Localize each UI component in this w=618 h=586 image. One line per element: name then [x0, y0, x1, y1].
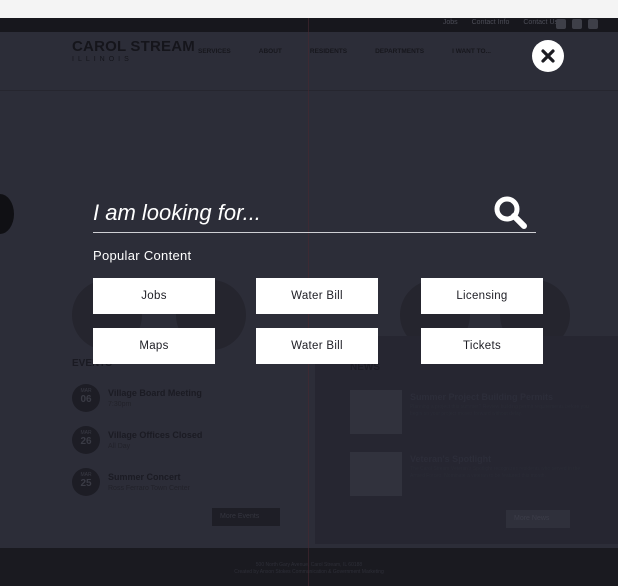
event-date-badge: MAR 26 — [72, 426, 100, 454]
footer-text: 500 North Gary Avenue, Carol Stream, IL … — [234, 562, 384, 575]
news-item-title: Veteran's Spotlight — [410, 454, 492, 464]
event-time: 7:30pm — [108, 401, 132, 408]
more-news-button: More News — [506, 510, 570, 528]
social-icons — [556, 19, 598, 29]
search-underline — [93, 232, 536, 233]
popular-content-heading: Popular Content — [93, 248, 192, 263]
search-bar — [93, 196, 536, 233]
news-item-text: The Carol Stream Veteran's Spotlight rec… — [410, 466, 581, 479]
close-button[interactable] — [532, 40, 564, 72]
event-item: MAR 25 Summer Concert Ross Ferraro Town C… — [72, 468, 272, 502]
print-icon — [556, 19, 566, 29]
main-nav: SERVICES ABOUT RESIDENTS DEPARTMENTS I W… — [198, 48, 491, 55]
event-title: Village Offices Closed — [108, 430, 203, 440]
popular-link-water-bill-2[interactable]: Water Bill — [256, 328, 378, 364]
top-strip — [0, 0, 618, 18]
popular-link-licensing[interactable]: Licensing — [421, 278, 543, 314]
utility-link: Jobs — [442, 19, 458, 26]
search-input[interactable] — [93, 196, 473, 230]
nav-item-services: SERVICES — [198, 48, 231, 55]
utility-links: Jobs Contact Info Contact Us — [443, 19, 558, 26]
search-button[interactable] — [493, 196, 529, 230]
twitter-icon — [588, 19, 598, 29]
news-item-title: Summer Project Building Permits — [410, 392, 554, 402]
site-logo: CAROL STREAM ILLINOIS — [72, 38, 202, 63]
nav-divider — [0, 90, 618, 91]
more-events-button: More Events — [212, 508, 280, 526]
side-tab — [0, 194, 14, 234]
nav-item-departments: DEPARTMENTS — [375, 48, 425, 55]
news-thumbnail — [350, 390, 402, 434]
news-item-text: Planning a project this summer? Review b… — [410, 404, 589, 417]
nav-item-residents: RESIDENTS — [309, 48, 348, 55]
site-footer: 500 North Gary Avenue, Carol Stream, IL … — [0, 548, 618, 586]
logo-main-text: CAROL STREAM — [72, 38, 195, 55]
event-date-badge: MAR 25 — [72, 468, 100, 496]
popular-link-tickets[interactable]: Tickets — [421, 328, 543, 364]
logo-sub-text: ILLINOIS — [72, 56, 133, 63]
event-item: MAR 06 Village Board Meeting 7:30pm — [72, 384, 272, 418]
event-title: Village Board Meeting — [108, 388, 202, 398]
nav-item-about: ABOUT — [258, 48, 282, 55]
event-item: MAR 26 Village Offices Closed All Day — [72, 426, 272, 460]
utility-link: Contact Info — [471, 19, 510, 26]
search-icon — [494, 196, 527, 229]
utility-link: Contact Us — [523, 19, 558, 26]
close-icon — [541, 49, 555, 63]
news-thumbnail — [350, 452, 402, 496]
popular-link-jobs[interactable]: Jobs — [93, 278, 215, 314]
event-date-badge: MAR 06 — [72, 384, 100, 412]
popular-link-maps[interactable]: Maps — [93, 328, 215, 364]
news-item: Summer Project Building Permits Planning… — [350, 390, 600, 438]
event-time: Ross Ferraro Town Center — [108, 485, 190, 492]
popular-link-water-bill[interactable]: Water Bill — [256, 278, 378, 314]
nav-item-i-want-to: I WANT TO... — [452, 48, 491, 55]
news-item: Veteran's Spotlight The Carol Stream Vet… — [350, 452, 600, 500]
event-time: All Day — [108, 443, 131, 450]
utility-bar: Jobs Contact Info Contact Us — [0, 18, 618, 32]
event-title: Summer Concert — [108, 472, 181, 482]
facebook-icon — [572, 19, 582, 29]
popular-content-grid: Jobs Water Bill Licensing Maps Water Bil… — [93, 278, 543, 364]
